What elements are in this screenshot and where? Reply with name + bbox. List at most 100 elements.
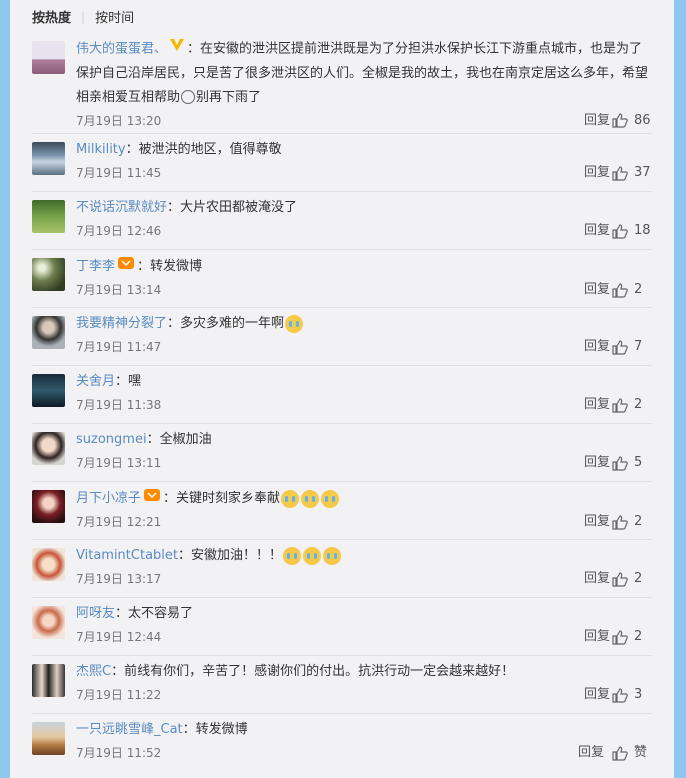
like-button[interactable]: 2: [612, 279, 652, 301]
avatar[interactable]: [32, 548, 65, 581]
comment-item: 伟大的蛋蛋君、 ：在安徽的泄洪区提前泄洪既是为了分担洪水保护长江下游重点城市，也是…: [32, 33, 652, 134]
reply-button[interactable]: 回复: [584, 110, 610, 132]
avatar[interactable]: [32, 432, 65, 465]
comment-list: 伟大的蛋蛋君、 ：在安徽的泄洪区提前泄洪既是为了分担洪水保护长江下游重点城市，也是…: [10, 33, 674, 771]
avatar[interactable]: [32, 200, 65, 233]
reply-button[interactable]: 回复: [584, 394, 610, 416]
comment-time: 7月19日 11:22: [76, 688, 162, 702]
avatar[interactable]: [32, 142, 65, 175]
comment-author[interactable]: 关舍月: [76, 374, 115, 389]
like-count: 2: [634, 514, 643, 529]
comments-panel: 按热度 | 按时间 伟大的蛋蛋君、 ：在安徽的泄洪区提前泄洪既是为了分担洪水保护长…: [10, 0, 674, 778]
comment-time: 7月19日 11:47: [76, 340, 162, 354]
sort-by-time[interactable]: 按时间: [95, 7, 134, 26]
reply-button[interactable]: 回复: [584, 336, 610, 358]
crying-emoji-icon: [301, 489, 320, 508]
comment-item: 一只远眺雪峰_Cat：转发微博 7月19日 11:52 回复 赞: [32, 714, 652, 771]
comment-item: 我要精神分裂了：多灾多难的一年啊 7月19日 11:47 回复 7: [32, 308, 652, 366]
crying-emoji-icon: [283, 546, 302, 565]
sort-separator: |: [81, 9, 86, 24]
reply-button[interactable]: 回复: [584, 279, 610, 301]
comment-text-tail: 别再下雨了: [196, 89, 262, 105]
like-button[interactable]: 7: [612, 336, 652, 358]
reply-button[interactable]: 回复: [584, 220, 610, 242]
comment-author[interactable]: 丁李李: [76, 259, 115, 274]
comment-author[interactable]: 月下小凉子: [76, 491, 141, 506]
thumbs-up-icon: [612, 629, 628, 645]
crying-emoji-icon: [321, 489, 340, 508]
avatar[interactable]: [32, 606, 65, 639]
reply-button[interactable]: 回复: [584, 162, 610, 184]
comment-time: 7月19日 13:11: [76, 456, 162, 470]
member-badge-icon: [117, 254, 135, 279]
comment-time: 7月19日 11:45: [76, 166, 162, 180]
like-button[interactable]: 3: [612, 684, 652, 706]
avatar[interactable]: [32, 41, 65, 74]
thumbs-up-icon: [612, 455, 628, 471]
comment-item: 不说话沉默就好：大片农田都被淹没了 7月19日 12:46 回复 18: [32, 192, 652, 250]
reply-button[interactable]: 回复: [578, 742, 604, 764]
avatar[interactable]: [32, 722, 65, 755]
reply-button[interactable]: 回复: [584, 626, 610, 648]
like-count: 7: [634, 339, 643, 354]
comment-time: 7月19日 12:21: [76, 515, 162, 529]
comment-author[interactable]: suzongmei: [76, 432, 147, 447]
like-button[interactable]: 37: [612, 162, 652, 184]
comment-author[interactable]: 阿呀友: [76, 606, 115, 621]
sort-bar: 按热度 | 按时间: [10, 0, 674, 33]
comment-item: suzongmei：全椒加油 7月19日 13:11 回复 5: [32, 424, 652, 482]
reply-button[interactable]: 回复: [584, 568, 610, 590]
like-count: 2: [634, 282, 643, 297]
comment-time: 7月19日 13:20: [76, 113, 162, 128]
comment-author[interactable]: 我要精神分裂了: [76, 316, 167, 331]
like-button[interactable]: 2: [612, 394, 652, 416]
crying-emoji-icon: [281, 489, 300, 508]
like-count: 3: [634, 687, 643, 702]
like-count: 2: [634, 629, 643, 644]
like-button[interactable]: 2: [612, 568, 652, 590]
comment-text: ：嘿: [115, 374, 142, 389]
avatar[interactable]: [32, 258, 65, 291]
comment-author[interactable]: 伟大的蛋蛋君、: [76, 42, 167, 57]
avatar[interactable]: [32, 664, 65, 697]
comment-item: 丁李李 ：转发微博 7月19日 13:14 回复 2: [32, 250, 652, 308]
comment-author[interactable]: VitamintCtablet: [76, 548, 178, 563]
comment-text: ：前线有你们，辛苦了！感谢你们的付出。抗洪行动一定会越来越好！: [111, 664, 515, 679]
like-button[interactable]: 2: [612, 626, 652, 648]
comment-author[interactable]: Milkility: [76, 142, 126, 157]
like-button[interactable]: 2: [612, 511, 652, 533]
like-count: 86: [634, 112, 651, 128]
thumbs-up-icon: [612, 687, 628, 703]
comment-item: 关舍月：嘿 7月19日 11:38 回复 2: [32, 366, 652, 424]
comment-author[interactable]: 一只远眺雪峰_Cat: [76, 722, 183, 737]
like-count: 5: [634, 455, 643, 470]
comment-item: 月下小凉子 ：关键时刻家乡奉献 7月19日 12:21 回复 2: [32, 482, 652, 540]
like-button[interactable]: 18: [612, 220, 652, 242]
thumbs-up-icon: [612, 514, 628, 530]
sort-by-hot[interactable]: 按热度: [32, 7, 71, 26]
crying-emoji-icon: [323, 546, 342, 565]
like-count: 18: [634, 223, 651, 238]
thumbs-up-icon: [612, 571, 628, 587]
like-button[interactable]: 86: [612, 110, 652, 132]
reply-button[interactable]: 回复: [584, 684, 610, 706]
comment-text: ：安徽加油！！！: [178, 548, 283, 563]
crying-emoji-icon: [285, 314, 304, 333]
reply-button[interactable]: 回复: [584, 452, 610, 474]
comment-text: ：关键时刻家乡奉献: [163, 491, 281, 506]
crying-emoji-icon: [303, 546, 322, 565]
comment-author[interactable]: 杰熙C: [76, 664, 111, 679]
comment-author[interactable]: 不说话沉默就好: [76, 200, 167, 215]
like-button[interactable]: 赞: [612, 742, 652, 764]
like-button[interactable]: 5: [612, 452, 652, 474]
avatar[interactable]: [32, 490, 65, 523]
comment-time: 7月19日 11:52: [76, 746, 162, 760]
avatar[interactable]: [32, 316, 65, 349]
thumbs-up-icon: [612, 223, 628, 239]
comment-text: ：多灾多难的一年啊: [167, 316, 285, 331]
reply-button[interactable]: 回复: [584, 511, 610, 533]
thumbs-up-icon: [612, 282, 628, 298]
hug-emoji-icon: [181, 90, 196, 104]
comment-time: 7月19日 13:17: [76, 572, 162, 586]
avatar[interactable]: [32, 374, 65, 407]
